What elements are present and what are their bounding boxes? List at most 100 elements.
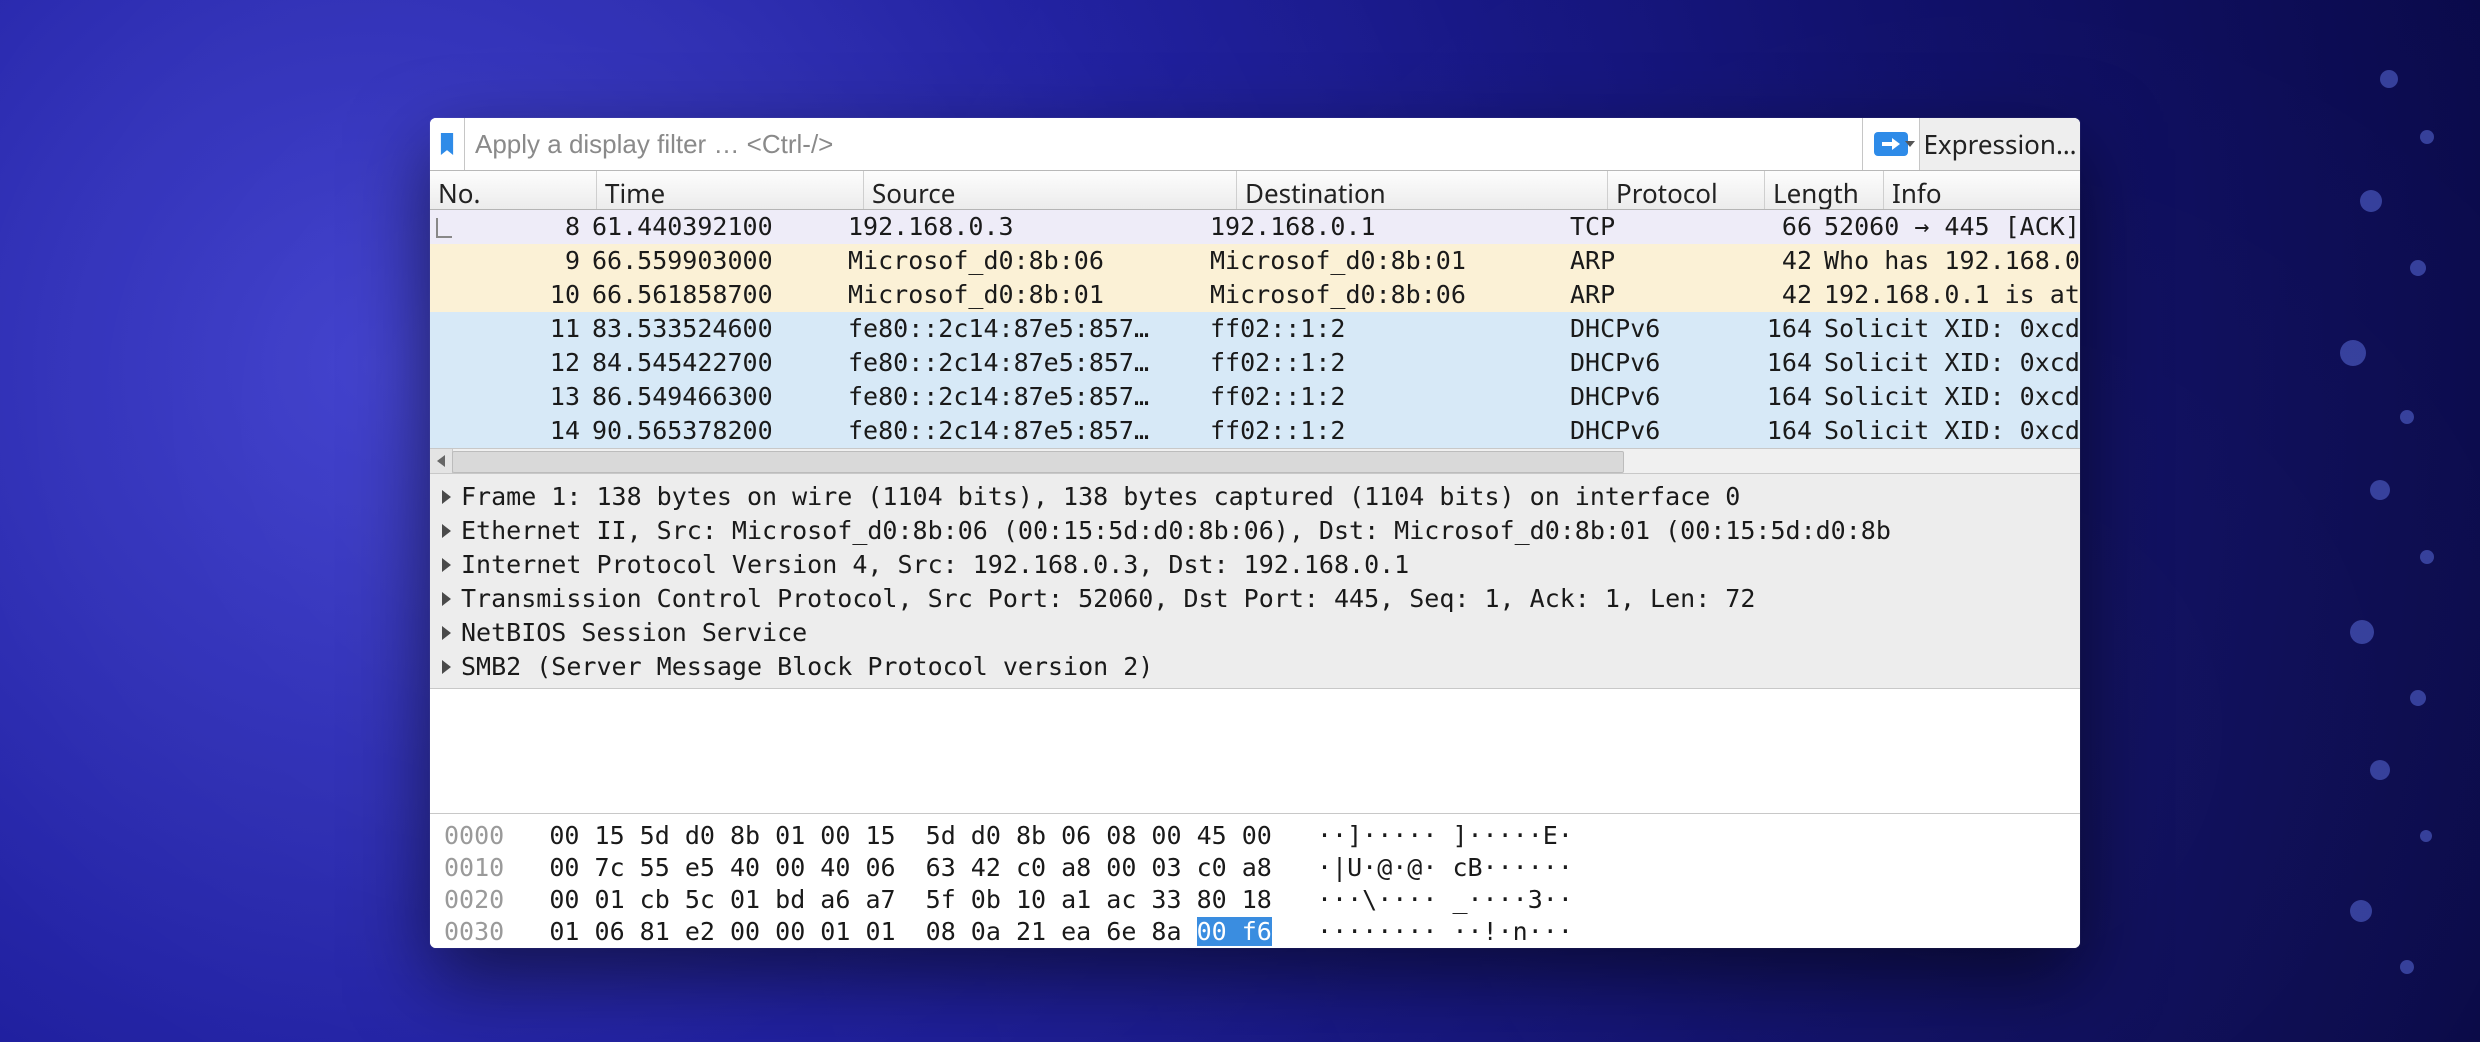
cell-len: 164 [1710, 414, 1818, 448]
expand-triangle-icon [442, 490, 451, 504]
bookmark-icon [438, 133, 456, 155]
packet-row[interactable]: 966.559903000Microsof_d0:8b:06Microsof_d… [430, 244, 2080, 278]
cell-proto: DHCPv6 [1564, 346, 1710, 380]
cell-dst: ff02::1:2 [1204, 346, 1564, 380]
cell-src: Microsof_d0:8b:01 [842, 278, 1204, 312]
column-header-no[interactable]: No. [430, 171, 597, 209]
detail-text: Frame 1: 138 bytes on wire (1104 bits), … [461, 480, 1740, 514]
detail-tree-item[interactable]: NetBIOS Session Service [430, 616, 2080, 650]
packet-bytes-pane[interactable]: 0000 00 15 5d d0 8b 01 00 15 5d d0 8b 06… [430, 813, 2080, 948]
detail-text: Internet Protocol Version 4, Src: 192.16… [461, 548, 1409, 582]
details-blank-area [430, 689, 2080, 813]
cell-dst: ff02::1:2 [1204, 414, 1564, 448]
hex-row[interactable]: 0010 00 7c 55 e5 40 00 40 06 63 42 c0 a8… [444, 852, 2080, 884]
packet-row[interactable]: 1490.565378200fe80::2c14:87e5:857…ff02::… [430, 414, 2080, 448]
cell-dst: 192.168.0.1 [1204, 210, 1564, 244]
cell-time: 84.545422700 [586, 346, 842, 380]
cell-no: 13 [430, 380, 586, 414]
hex-row[interactable]: 0000 00 15 5d d0 8b 01 00 15 5d d0 8b 06… [444, 820, 2080, 852]
detail-tree-item[interactable]: SMB2 (Server Message Block Protocol vers… [430, 650, 2080, 684]
cell-no: 10 [430, 278, 586, 312]
cell-len: 42 [1710, 244, 1818, 278]
cell-time: 86.549466300 [586, 380, 842, 414]
cell-src: fe80::2c14:87e5:857… [842, 380, 1204, 414]
related-frame-mark [436, 218, 452, 238]
cell-len: 42 [1710, 278, 1818, 312]
detail-tree-item[interactable]: Ethernet II, Src: Microsof_d0:8b:06 (00:… [430, 514, 2080, 548]
expand-triangle-icon [442, 558, 451, 572]
wireshark-window: Expression… No. Time Source Destination … [430, 118, 2080, 948]
packet-row[interactable]: 1066.561858700Microsof_d0:8b:01Microsof_… [430, 278, 2080, 312]
cell-proto: ARP [1564, 244, 1710, 278]
cell-info: Who has 192.168.0. [1818, 244, 2080, 278]
hex-row[interactable]: 0030 01 06 81 e2 00 00 01 01 08 0a 21 ea… [444, 916, 2080, 948]
hex-offset: 0000 [444, 821, 504, 850]
column-header-info[interactable]: Info [1884, 171, 2080, 209]
detail-tree-item[interactable]: Transmission Control Protocol, Src Port:… [430, 582, 2080, 616]
cell-time: 61.440392100 [586, 210, 842, 244]
detail-tree-item[interactable]: Internet Protocol Version 4, Src: 192.16… [430, 548, 2080, 582]
cell-info: 192.168.0.1 is at [1818, 278, 2080, 312]
cell-info: Solicit XID: 0xcd5 [1818, 380, 2080, 414]
hex-offset: 0030 [444, 917, 504, 946]
cell-src: 192.168.0.3 [842, 210, 1204, 244]
packet-row[interactable]: 1183.533524600fe80::2c14:87e5:857…ff02::… [430, 312, 2080, 346]
packet-list[interactable]: 861.440392100192.168.0.3192.168.0.1TCP66… [430, 210, 2080, 448]
expression-button[interactable]: Expression… [1919, 118, 2080, 170]
packet-row[interactable]: 861.440392100192.168.0.3192.168.0.1TCP66… [430, 210, 2080, 244]
cell-proto: DHCPv6 [1564, 414, 1710, 448]
column-header-protocol[interactable]: Protocol [1608, 171, 1765, 209]
cell-dst: Microsof_d0:8b:06 [1204, 278, 1564, 312]
cell-time: 83.533524600 [586, 312, 842, 346]
packet-details-pane[interactable]: Frame 1: 138 bytes on wire (1104 bits), … [430, 474, 2080, 689]
cell-proto: ARP [1564, 278, 1710, 312]
chevron-down-icon [1905, 141, 1915, 147]
cell-no: 9 [430, 244, 586, 278]
hex-row[interactable]: 0020 00 01 cb 5c 01 bd a6 a7 5f 0b 10 a1… [444, 884, 2080, 916]
hex-selected-bytes: 00 f6 [1197, 917, 1272, 946]
expand-triangle-icon [442, 524, 451, 538]
cell-src: fe80::2c14:87e5:857… [842, 312, 1204, 346]
cell-proto: TCP [1564, 210, 1710, 244]
cell-dst: ff02::1:2 [1204, 312, 1564, 346]
packet-list-horizontal-scrollbar[interactable] [430, 448, 2080, 474]
packet-row[interactable]: 1386.549466300fe80::2c14:87e5:857…ff02::… [430, 380, 2080, 414]
cell-time: 90.565378200 [586, 414, 842, 448]
cell-len: 164 [1710, 346, 1818, 380]
column-header-time[interactable]: Time [597, 171, 864, 209]
cell-no: 11 [430, 312, 586, 346]
cell-no: 12 [430, 346, 586, 380]
column-header-destination[interactable]: Destination [1237, 171, 1608, 209]
cell-no: 8 [430, 210, 586, 244]
apply-filter-button[interactable] [1862, 118, 1919, 170]
cell-len: 164 [1710, 312, 1818, 346]
filter-bookmark-button[interactable] [430, 118, 465, 170]
cell-time: 66.559903000 [586, 244, 842, 278]
cell-dst: Microsof_d0:8b:01 [1204, 244, 1564, 278]
arrow-right-icon [1874, 132, 1908, 156]
cell-info: Solicit XID: 0xcd5 [1818, 312, 2080, 346]
filter-toolbar: Expression… [430, 118, 2080, 171]
hex-offset: 0020 [444, 885, 504, 914]
detail-text: SMB2 (Server Message Block Protocol vers… [461, 650, 1153, 684]
detail-tree-item[interactable]: Frame 1: 138 bytes on wire (1104 bits), … [430, 480, 2080, 514]
detail-text: Transmission Control Protocol, Src Port:… [461, 582, 1755, 616]
expand-triangle-icon [442, 592, 451, 606]
column-header-source[interactable]: Source [864, 171, 1237, 209]
detail-text: NetBIOS Session Service [461, 616, 807, 650]
detail-text: Ethernet II, Src: Microsof_d0:8b:06 (00:… [461, 514, 1891, 548]
display-filter-input[interactable] [465, 118, 1862, 170]
column-header-length[interactable]: Length [1765, 171, 1884, 209]
cell-src: Microsof_d0:8b:06 [842, 244, 1204, 278]
scroll-left-button[interactable] [430, 449, 453, 473]
cell-src: fe80::2c14:87e5:857… [842, 414, 1204, 448]
cell-src: fe80::2c14:87e5:857… [842, 346, 1204, 380]
cell-proto: DHCPv6 [1564, 312, 1710, 346]
cell-len: 66 [1710, 210, 1818, 244]
cell-no: 14 [430, 414, 586, 448]
scroll-thumb[interactable] [452, 451, 1624, 473]
packet-row[interactable]: 1284.545422700fe80::2c14:87e5:857…ff02::… [430, 346, 2080, 380]
cell-info: Solicit XID: 0xcd5 [1818, 346, 2080, 380]
cell-len: 164 [1710, 380, 1818, 414]
cell-info: 52060 → 445 [ACK] [1818, 210, 2080, 244]
